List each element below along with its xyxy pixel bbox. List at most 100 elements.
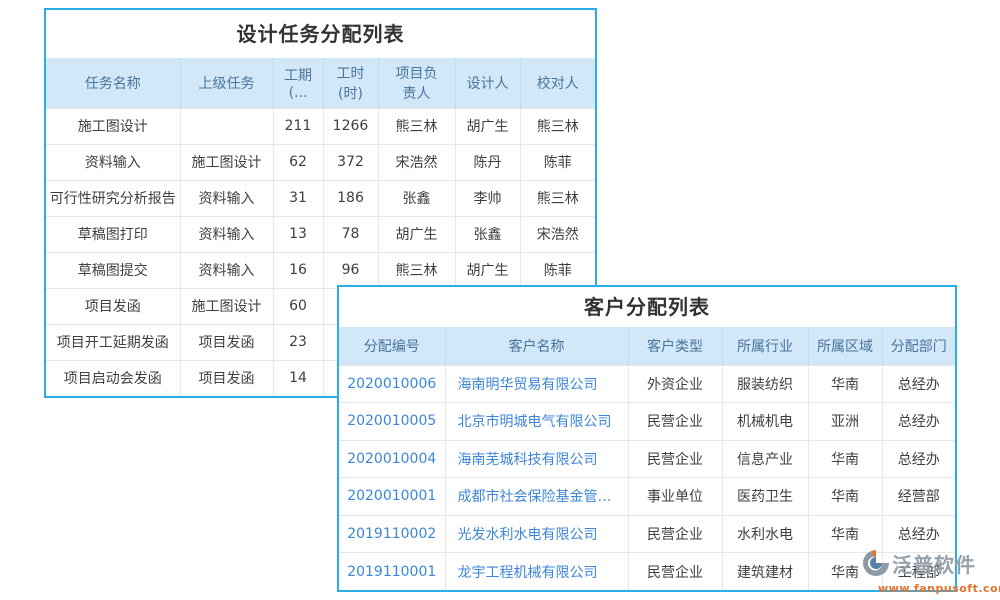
cell: 陈菲 — [520, 252, 595, 288]
design-task-table-title: 设计任务分配列表 — [46, 10, 595, 58]
cell: 张鑫 — [378, 180, 455, 216]
cell: 施工图设计 — [46, 108, 180, 144]
cell: 项目开工延期发函 — [46, 324, 180, 360]
cell: 机械机电 — [722, 403, 808, 441]
cell: 水利水电 — [722, 515, 808, 553]
cell: 民营企业 — [628, 553, 722, 591]
cell: 华南 — [808, 365, 882, 403]
cell: 熊三林 — [378, 108, 455, 144]
cell: 23 — [273, 324, 323, 360]
cell: 60 — [273, 288, 323, 324]
cell: 医药卫生 — [722, 478, 808, 516]
cell: 62 — [273, 144, 323, 180]
cell: 张鑫 — [455, 216, 520, 252]
watermark-brand-text: 泛普软件 — [892, 555, 976, 575]
cell: 草稿图提交 — [46, 252, 180, 288]
watermark-url-text: www.fanpusoft.com — [878, 583, 998, 594]
table-row: 施工图设计2111266熊三林胡广生熊三林 — [46, 108, 595, 144]
column-header-0: 分配编号 — [339, 327, 445, 365]
cell: 96 — [323, 252, 378, 288]
table-row: 2020010004海南芜城科技有限公司民营企业信息产业华南总经办 — [339, 440, 955, 478]
cell: 资料输入 — [180, 180, 273, 216]
column-header-5: 分配部门 — [882, 327, 955, 365]
link-cell[interactable]: 光发水利水电有限公司 — [445, 515, 628, 553]
cell: 16 — [273, 252, 323, 288]
cell: 草稿图打印 — [46, 216, 180, 252]
cell: 项目启动会发函 — [46, 360, 180, 396]
cell: 372 — [323, 144, 378, 180]
table-row: 草稿图打印资料输入1378胡广生张鑫宋浩然 — [46, 216, 595, 252]
column-header-3: 工时 (时) — [323, 58, 378, 108]
table-row: 2020010006海南明华贸易有限公司外资企业服装纺织华南总经办 — [339, 365, 955, 403]
cell: 事业单位 — [628, 478, 722, 516]
cell: 陈菲 — [520, 144, 595, 180]
cell: 宋浩然 — [520, 216, 595, 252]
cell: 资料输入 — [180, 252, 273, 288]
link-cell[interactable]: 龙宇工程机械有限公司 — [445, 553, 628, 591]
column-header-1: 客户名称 — [445, 327, 628, 365]
cell: 186 — [323, 180, 378, 216]
cell: 亚洲 — [808, 403, 882, 441]
link-cell[interactable]: 北京市明城电气有限公司 — [445, 403, 628, 441]
customer-panel: 客户分配列表 分配编号客户名称客户类型所属行业所属区域分配部门 20200100… — [337, 285, 957, 592]
cell: 民营企业 — [628, 440, 722, 478]
cell: 宋浩然 — [378, 144, 455, 180]
table-row: 资料输入施工图设计62372宋浩然陈丹陈菲 — [46, 144, 595, 180]
header-row: 任务名称上级任务工期 (...工时 (时)项目负 责人设计人校对人 — [46, 58, 595, 108]
column-header-4: 所属区域 — [808, 327, 882, 365]
cell: 31 — [273, 180, 323, 216]
table-row: 2020010001成都市社会保险基金管理...事业单位医药卫生华南经营部 — [339, 478, 955, 516]
cell: 华南 — [808, 478, 882, 516]
cell: 项目发函 — [180, 360, 273, 396]
cell: 施工图设计 — [180, 144, 273, 180]
link-cell[interactable]: 2019110002 — [339, 515, 445, 553]
fanpu-logo-icon — [862, 549, 890, 580]
column-header-4: 项目负 责人 — [378, 58, 455, 108]
column-header-1: 上级任务 — [180, 58, 273, 108]
cell: 熊三林 — [378, 252, 455, 288]
cell: 华南 — [808, 515, 882, 553]
link-cell[interactable]: 2020010006 — [339, 365, 445, 403]
cell — [180, 108, 273, 144]
link-cell[interactable]: 2020010005 — [339, 403, 445, 441]
cell: 外资企业 — [628, 365, 722, 403]
cell: 华南 — [808, 440, 882, 478]
cell: 总经办 — [882, 515, 955, 553]
column-header-6: 校对人 — [520, 58, 595, 108]
link-cell[interactable]: 2020010001 — [339, 478, 445, 516]
cell: 信息产业 — [722, 440, 808, 478]
cell: 胡广生 — [455, 108, 520, 144]
column-header-3: 所属行业 — [722, 327, 808, 365]
table-row: 2020010005北京市明城电气有限公司民营企业机械机电亚洲总经办 — [339, 403, 955, 441]
cell: 14 — [273, 360, 323, 396]
column-header-0: 任务名称 — [46, 58, 180, 108]
cell: 施工图设计 — [180, 288, 273, 324]
cell: 211 — [273, 108, 323, 144]
cell: 经营部 — [882, 478, 955, 516]
cell: 陈丹 — [455, 144, 520, 180]
link-cell[interactable]: 成都市社会保险基金管理... — [445, 478, 628, 516]
cell: 熊三林 — [520, 180, 595, 216]
link-cell[interactable]: 2019110001 — [339, 553, 445, 591]
table-row: 草稿图提交资料输入1696熊三林胡广生陈菲 — [46, 252, 595, 288]
cell: 可行性研究分析报告 — [46, 180, 180, 216]
cell: 项目发函 — [46, 288, 180, 324]
table-row: 2019110002光发水利水电有限公司民营企业水利水电华南总经办 — [339, 515, 955, 553]
cell: 13 — [273, 216, 323, 252]
cell: 资料输入 — [46, 144, 180, 180]
header-row: 分配编号客户名称客户类型所属行业所属区域分配部门 — [339, 327, 955, 365]
column-header-5: 设计人 — [455, 58, 520, 108]
table-row: 可行性研究分析报告资料输入31186张鑫李帅熊三林 — [46, 180, 595, 216]
column-header-2: 工期 (... — [273, 58, 323, 108]
cell: 李帅 — [455, 180, 520, 216]
vendor-watermark: 泛普软件 www.fanpusoft.com — [862, 549, 998, 594]
column-header-2: 客户类型 — [628, 327, 722, 365]
link-cell[interactable]: 海南芜城科技有限公司 — [445, 440, 628, 478]
cell: 建筑建材 — [722, 553, 808, 591]
link-cell[interactable]: 2020010004 — [339, 440, 445, 478]
cell: 78 — [323, 216, 378, 252]
cell: 总经办 — [882, 365, 955, 403]
cell: 资料输入 — [180, 216, 273, 252]
link-cell[interactable]: 海南明华贸易有限公司 — [445, 365, 628, 403]
cell: 胡广生 — [455, 252, 520, 288]
